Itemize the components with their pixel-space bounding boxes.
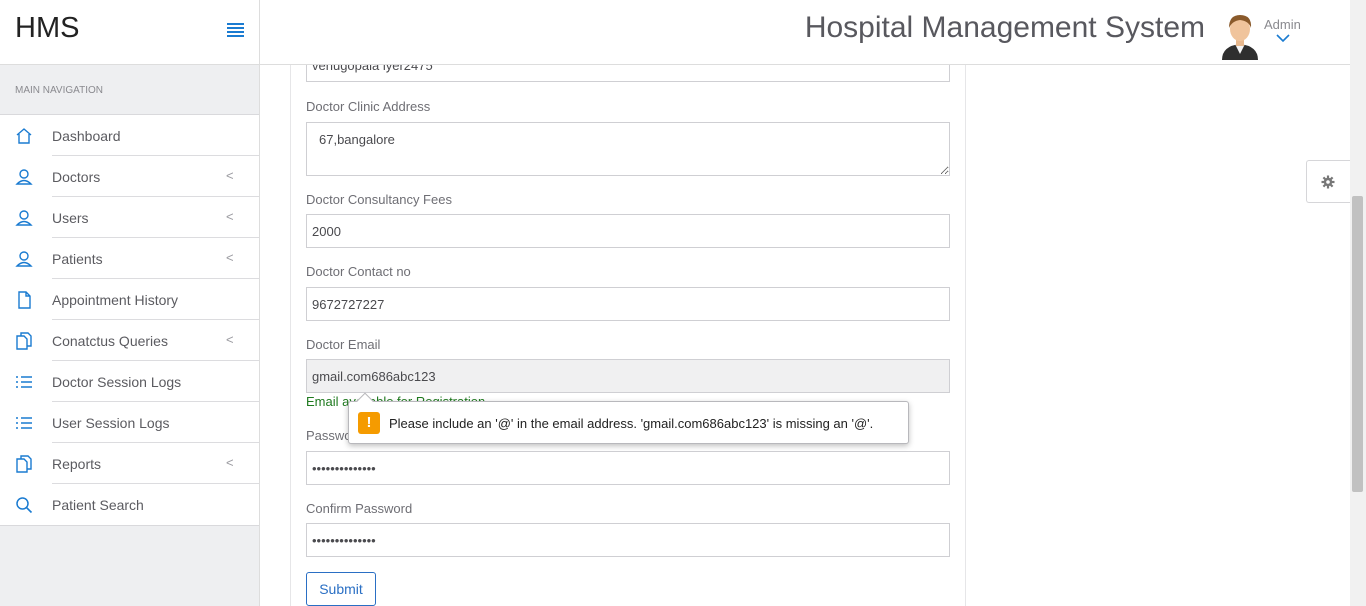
sidebar-item-reports[interactable]: Reports < bbox=[0, 443, 259, 484]
sidebar-item-patients[interactable]: Patients < bbox=[0, 238, 259, 279]
settings-button[interactable] bbox=[1306, 160, 1350, 203]
sidebar-item-label: Reports bbox=[52, 456, 102, 472]
chevron-left-icon: < bbox=[226, 209, 234, 224]
sidebar-item-label: User Session Logs bbox=[52, 415, 170, 431]
sidebar-item-label: Users bbox=[52, 210, 89, 226]
sidebar: MAIN NAVIGATION Dashboard Doctors < User… bbox=[0, 65, 260, 606]
files-icon bbox=[16, 332, 32, 350]
clinic-address-label: Doctor Clinic Address bbox=[306, 99, 431, 114]
contact-field[interactable] bbox=[306, 287, 950, 321]
submit-button[interactable]: Submit bbox=[306, 572, 376, 606]
sidebar-item-label: Conatctus Queries bbox=[52, 333, 168, 349]
list-icon bbox=[16, 376, 32, 388]
user-icon bbox=[15, 251, 33, 267]
sidebar-item-doctors[interactable]: Doctors < bbox=[0, 156, 259, 197]
sidebar-item-doctor-session-logs[interactable]: Doctor Session Logs bbox=[0, 361, 259, 402]
avatar[interactable] bbox=[1219, 10, 1261, 60]
menu-icon[interactable] bbox=[227, 23, 244, 37]
chevron-left-icon: < bbox=[226, 332, 234, 347]
list-icon bbox=[16, 417, 32, 429]
sidebar-item-label: Dashboard bbox=[52, 128, 121, 144]
email-field[interactable] bbox=[306, 359, 950, 393]
sidebar-item-label: Doctors bbox=[52, 169, 101, 185]
sidebar-item-dashboard[interactable]: Dashboard bbox=[0, 115, 259, 156]
user-name[interactable]: Admin bbox=[1264, 17, 1301, 32]
sidebar-item-label: Appointment History bbox=[52, 292, 179, 308]
nav-list: Dashboard Doctors < Users < Patients < A… bbox=[0, 115, 259, 526]
chevron-left-icon: < bbox=[226, 168, 234, 183]
fees-label: Doctor Consultancy Fees bbox=[306, 192, 452, 207]
chevron-left-icon: < bbox=[226, 455, 234, 470]
user-icon bbox=[15, 210, 33, 226]
brand-bar: HMS bbox=[0, 0, 260, 65]
main-content: Doctor Clinic Address 67,bangalore Docto… bbox=[260, 65, 1350, 606]
user-icon bbox=[15, 169, 33, 185]
home-icon bbox=[16, 128, 32, 144]
brand-title: HMS bbox=[15, 12, 80, 44]
warning-icon: ! bbox=[358, 412, 380, 434]
page-title: Hospital Management System bbox=[804, 11, 1205, 44]
sidebar-item-contactus-queries[interactable]: Conatctus Queries < bbox=[0, 320, 259, 361]
chevron-left-icon: < bbox=[226, 250, 234, 265]
sidebar-item-appointment-history[interactable]: Appointment History bbox=[0, 279, 259, 320]
doctor-name-field[interactable] bbox=[306, 65, 950, 82]
contact-label: Doctor Contact no bbox=[306, 264, 411, 279]
sidebar-item-user-session-logs[interactable]: User Session Logs bbox=[0, 402, 259, 443]
sidebar-item-users[interactable]: Users < bbox=[0, 197, 259, 238]
chevron-down-icon[interactable] bbox=[1275, 32, 1291, 44]
confirm-password-field[interactable] bbox=[306, 523, 950, 557]
email-label: Doctor Email bbox=[306, 337, 381, 352]
fees-field[interactable] bbox=[306, 214, 950, 248]
sidebar-item-label: Doctor Session Logs bbox=[52, 374, 182, 390]
gear-icon bbox=[1321, 175, 1335, 189]
clinic-address-field[interactable]: 67,bangalore bbox=[306, 122, 950, 176]
file-icon bbox=[18, 291, 31, 309]
nav-header: MAIN NAVIGATION bbox=[0, 65, 259, 115]
top-header: Hospital Management System Admin bbox=[260, 0, 1350, 65]
sidebar-item-patient-search[interactable]: Patient Search bbox=[0, 484, 259, 525]
search-icon bbox=[16, 497, 33, 514]
confirm-password-label: Confirm Password bbox=[306, 501, 413, 516]
sidebar-item-label: Patient Search bbox=[52, 497, 144, 513]
sidebar-item-label: Patients bbox=[52, 251, 103, 267]
password-field[interactable] bbox=[306, 451, 950, 485]
validation-message: Please include an '@' in the email addre… bbox=[389, 416, 874, 431]
scrollbar-thumb[interactable] bbox=[1352, 196, 1363, 492]
files-icon bbox=[16, 455, 32, 473]
validation-tooltip: ! Please include an '@' in the email add… bbox=[348, 392, 909, 444]
